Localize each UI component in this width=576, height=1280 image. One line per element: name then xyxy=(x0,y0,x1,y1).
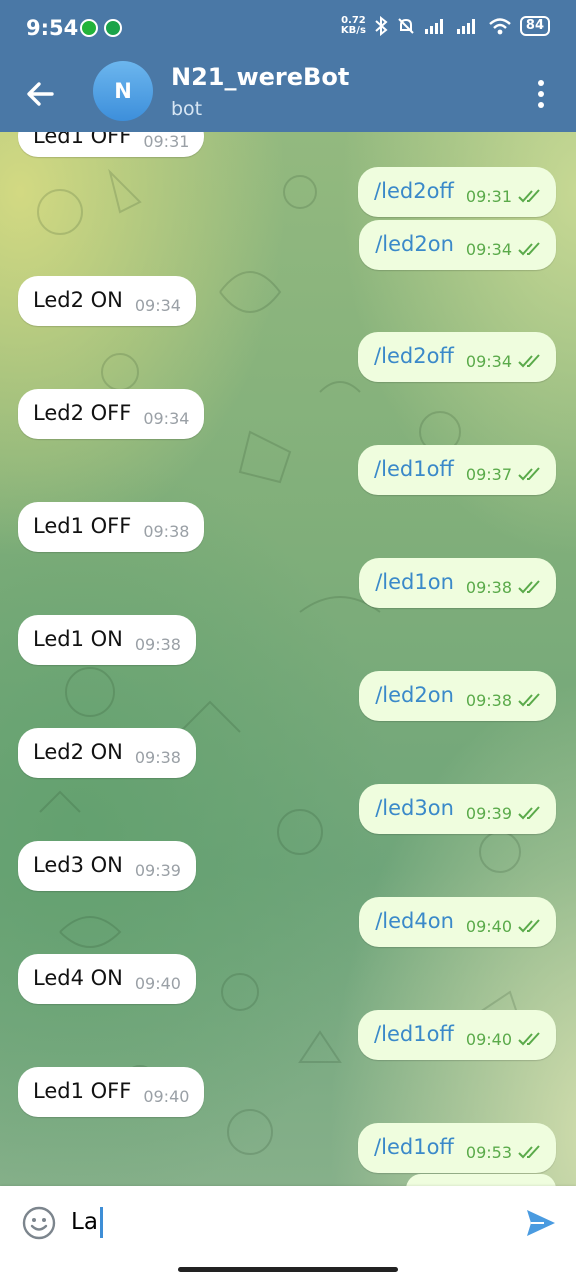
message-text: Led1 OFF xyxy=(33,514,132,538)
message-outgoing[interactable]: /led1off 09:53 xyxy=(358,1123,556,1173)
message-outgoing[interactable]: /led3on 09:39 xyxy=(359,784,556,834)
double-check-icon xyxy=(518,189,540,203)
message-time: 09:53 xyxy=(465,1143,512,1162)
message-text: /led2off xyxy=(374,344,454,368)
chat-subtitle: bot xyxy=(171,98,203,120)
smiley-icon xyxy=(22,1206,56,1240)
double-check-icon xyxy=(518,242,540,256)
message-text: Led1 ON xyxy=(33,627,123,651)
double-check-icon xyxy=(518,1032,540,1046)
message-time: 09:38 xyxy=(465,578,512,597)
message-text: Led3 ON xyxy=(33,853,123,877)
message-incoming[interactable]: Led3 ON 09:39 xyxy=(18,841,196,891)
message-outgoing[interactable]: /led1off 09:37 xyxy=(358,445,556,495)
message-time: 09:38 xyxy=(134,748,181,767)
double-check-icon xyxy=(518,693,540,707)
message-text: Led1 OFF xyxy=(33,132,132,148)
message-text: /led1off xyxy=(374,1022,454,1046)
send-arrow-icon xyxy=(527,1210,555,1236)
double-check-icon xyxy=(518,354,540,368)
back-button[interactable] xyxy=(22,74,62,114)
message-time: 09:40 xyxy=(143,1087,190,1106)
message-incoming[interactable]: Led1 OFF 09:40 xyxy=(18,1067,205,1117)
status-bar: 9:54 0.72 KB/s 84 xyxy=(0,0,576,58)
message-time: 09:34 xyxy=(465,352,512,371)
message-time: 09:34 xyxy=(465,240,512,259)
message-outgoing[interactable]: /led2on 09:38 xyxy=(359,671,556,721)
text-cursor xyxy=(100,1207,103,1238)
message-text: /led1on xyxy=(375,570,454,594)
message-text: Led1 OFF xyxy=(33,1079,132,1103)
message-time: 09:40 xyxy=(465,917,512,936)
message-outgoing[interactable]: /led4on 09:40 xyxy=(359,897,556,947)
message-time: 09:34 xyxy=(143,409,190,428)
double-check-icon xyxy=(518,919,540,933)
message-time: 09:38 xyxy=(465,691,512,710)
app-notification-icon xyxy=(80,19,98,37)
home-indicator[interactable] xyxy=(178,1267,398,1272)
message-text: /led3on xyxy=(375,796,454,820)
message-time: 09:40 xyxy=(465,1030,512,1049)
more-vertical-icon xyxy=(538,80,544,108)
message-incoming[interactable]: Led4 ON 09:40 xyxy=(18,954,196,1004)
message-outgoing[interactable]: /led1off 09:40 xyxy=(358,1010,556,1060)
message-text: Led2 ON xyxy=(33,288,123,312)
message-time: 09:38 xyxy=(143,522,190,541)
status-time: 9:54 xyxy=(26,16,79,40)
net-speed-unit: KB/s xyxy=(340,25,366,36)
signal-icon xyxy=(456,19,475,34)
message-time: 09:40 xyxy=(134,974,181,993)
double-check-icon xyxy=(518,1145,540,1159)
message-time: 09:38 xyxy=(134,635,181,654)
message-incoming[interactable]: Led1 ON 09:38 xyxy=(18,615,196,665)
message-incoming[interactable]: Led2 ON 09:34 xyxy=(18,276,196,326)
message-time: 09:39 xyxy=(465,804,512,823)
message-text: /led2on xyxy=(375,232,454,256)
message-text: /led1off xyxy=(374,457,454,481)
message-text: /led2on xyxy=(375,683,454,707)
avatar[interactable]: N xyxy=(93,61,153,121)
more-options-button[interactable] xyxy=(526,76,556,112)
message-time: 09:34 xyxy=(134,296,181,315)
message-composer xyxy=(0,1186,576,1258)
system-nav-bar xyxy=(0,1258,576,1280)
message-outgoing[interactable]: /led1on 09:38 xyxy=(359,558,556,608)
message-text: Led4 ON xyxy=(33,966,123,990)
mute-bell-icon xyxy=(398,18,414,34)
app-notification-icon xyxy=(104,19,122,37)
chat-header: N N21_wereBot bot xyxy=(0,58,576,132)
message-text: /led2off xyxy=(374,179,454,203)
signal-icon xyxy=(424,19,443,34)
message-incoming[interactable]: Led1 OFF 09:31 xyxy=(18,132,205,157)
send-button[interactable] xyxy=(524,1206,558,1240)
double-check-icon xyxy=(518,580,540,594)
message-time: 09:31 xyxy=(143,132,190,151)
emoji-button[interactable] xyxy=(22,1206,56,1240)
double-check-icon xyxy=(518,806,540,820)
message-text: /led4on xyxy=(375,909,454,933)
bluetooth-icon xyxy=(375,16,388,36)
battery-indicator: 84 xyxy=(519,16,550,36)
message-incoming[interactable]: Led2 ON 09:38 xyxy=(18,728,196,778)
message-outgoing-partial[interactable] xyxy=(406,1174,556,1186)
status-indicators: 0.72 KB/s 84 xyxy=(341,16,550,36)
message-time: 09:31 xyxy=(465,187,512,206)
message-text: /led1off xyxy=(374,1135,454,1159)
arrow-left-icon xyxy=(27,82,54,106)
net-speed: 0.72 KB/s xyxy=(341,16,366,36)
message-time: 09:39 xyxy=(134,861,181,880)
chat-history[interactable]: Led1 OFF 09:31 /led2off 09:31 /led2on 09:34… xyxy=(0,132,576,1186)
chat-title[interactable]: N21_wereBot xyxy=(171,63,349,91)
message-outgoing[interactable]: /led2off 09:34 xyxy=(358,332,556,382)
message-text: Led2 OFF xyxy=(33,401,132,425)
double-check-icon xyxy=(518,467,540,481)
wifi-icon xyxy=(489,18,511,35)
message-time: 09:37 xyxy=(465,465,512,484)
message-outgoing[interactable]: /led2off 09:31 xyxy=(358,167,556,217)
message-outgoing[interactable]: /led2on 09:34 xyxy=(359,220,556,270)
message-incoming[interactable]: Led2 OFF 09:34 xyxy=(18,389,205,439)
message-incoming[interactable]: Led1 OFF 09:38 xyxy=(18,502,205,552)
message-text: Led2 ON xyxy=(33,740,123,764)
message-input[interactable] xyxy=(71,1202,491,1242)
